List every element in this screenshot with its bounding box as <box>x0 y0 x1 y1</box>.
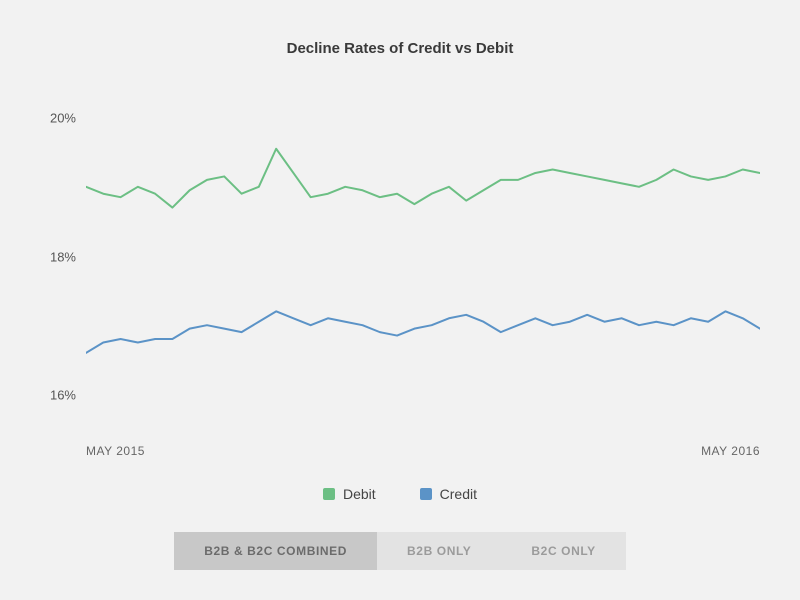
tab-combined[interactable]: B2B & B2C COMBINED <box>174 532 377 570</box>
legend-label-debit: Debit <box>343 486 376 502</box>
chart-title: Decline Rates of Credit vs Debit <box>40 40 760 57</box>
x-axis: MAY 2015 MAY 2016 <box>86 430 760 458</box>
x-tick-start: MAY 2015 <box>86 444 145 458</box>
swatch-debit <box>323 488 335 500</box>
y-tick-16: 16% <box>50 388 76 403</box>
segment-tabs: B2B & B2C COMBINED B2B ONLY B2C ONLY <box>174 532 626 570</box>
legend: Debit Credit <box>40 486 760 502</box>
line-svg <box>86 83 760 429</box>
tab-b2b-only[interactable]: B2B ONLY <box>377 532 501 570</box>
plot-region <box>86 83 760 430</box>
tab-b2c-only[interactable]: B2C ONLY <box>501 532 625 570</box>
chart-area: 20% 18% 16% <box>40 83 760 430</box>
series-line-credit <box>86 311 760 353</box>
y-tick-18: 18% <box>50 249 76 264</box>
series-line-debit <box>86 149 760 208</box>
legend-label-credit: Credit <box>440 486 477 502</box>
x-tick-end: MAY 2016 <box>701 444 760 458</box>
y-tick-20: 20% <box>50 110 76 125</box>
swatch-credit <box>420 488 432 500</box>
legend-item-debit: Debit <box>323 486 376 502</box>
legend-item-credit: Credit <box>420 486 477 502</box>
y-axis: 20% 18% 16% <box>40 83 86 430</box>
